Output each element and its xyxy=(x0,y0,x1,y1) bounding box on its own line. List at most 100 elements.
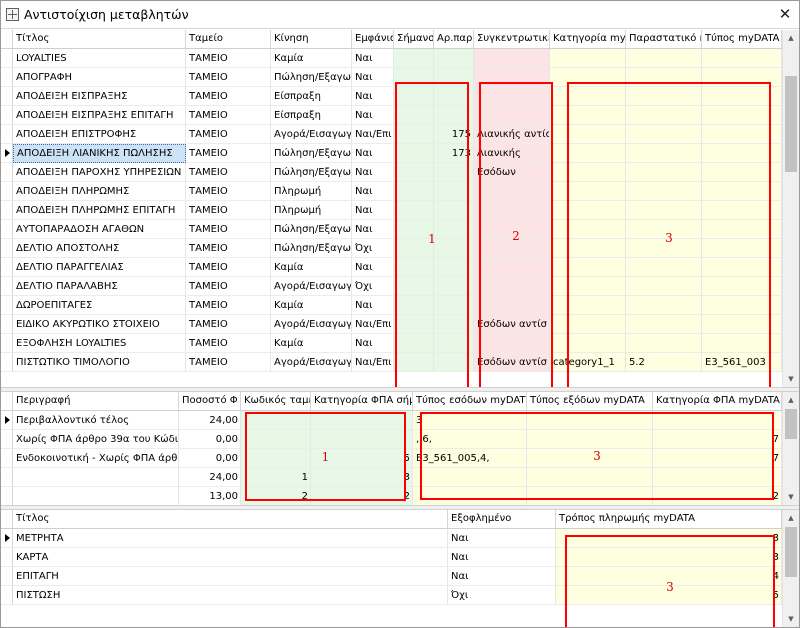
grid1-table-cell[interactable] xyxy=(394,125,434,144)
scroll-down-arrow-icon[interactable]: ▼ xyxy=(783,489,799,505)
row-indicator[interactable] xyxy=(1,220,13,239)
grid1-column-header[interactable]: Συγκεντρωτικέ xyxy=(474,30,550,48)
grid2-column-header[interactable]: Κωδικός ταμεί xyxy=(241,392,311,410)
grid1-table-cell[interactable]: ΑΠΟΔΕΙΞΗ ΠΛΗΡΩΜΗΣ xyxy=(13,182,186,201)
grid1-table-cell[interactable]: ΤΑΜΕΙΟ xyxy=(186,49,271,68)
grid2-table-cell[interactable]: 1 xyxy=(241,468,311,487)
grid1-table-cell[interactable]: E3_561_003 xyxy=(702,353,782,372)
grid2-table-row[interactable]: Ενδοκοινοτική - Χωρίς ΦΠΑ άρθρο 0,00 5 E3_5… xyxy=(1,449,782,468)
grid1-table-cell[interactable]: Είσπραξη xyxy=(271,106,352,125)
row-indicator[interactable] xyxy=(1,49,13,68)
grid1-table-cell[interactable]: ΑΠΟΔΕΙΞΗ ΠΛΗΡΩΜΗΣ ΕΠΙΤΑΓΗ xyxy=(13,201,186,220)
grid1-column-header[interactable]: Κίνηση xyxy=(271,30,352,48)
grid1-table-cell[interactable]: Πώληση/Εξαγωγ xyxy=(271,68,352,87)
grid1-table-cell[interactable] xyxy=(550,125,626,144)
grid2-table-cell[interactable] xyxy=(527,430,653,449)
grid1-table-cell[interactable]: Ναι xyxy=(352,220,394,239)
grid3-table-cell[interactable]: Ναι xyxy=(448,529,556,548)
grid2-table-cell[interactable] xyxy=(527,468,653,487)
grid2-table-cell[interactable]: 7 xyxy=(653,449,782,468)
grid1-table-cell[interactable]: Ναι xyxy=(352,163,394,182)
grid2-table-cell[interactable]: Ενδοκοινοτική - Χωρίς ΦΠΑ άρθρο xyxy=(13,449,179,468)
grid1-table-cell[interactable]: Ναι xyxy=(352,201,394,220)
grid1-table-cell[interactable]: ΕΙΔΙΚΟ ΑΚΥΡΩΤΙΚΟ ΣΤΟΙΧΕΙΟ xyxy=(13,315,186,334)
grid2-table-cell[interactable] xyxy=(241,411,311,430)
grid2-table-cell[interactable] xyxy=(653,411,782,430)
grid1-table-cell[interactable]: ΑΠΟΔΕΙΞΗ ΕΠΙΣΤΡΟΦΗΣ xyxy=(13,125,186,144)
grid1-table-cell[interactable] xyxy=(626,106,702,125)
grid1-table-cell[interactable]: Πληρωμή xyxy=(271,182,352,201)
grid1-table-cell[interactable] xyxy=(702,106,782,125)
grid1-table-cell[interactable] xyxy=(550,315,626,334)
scroll-thumb[interactable] xyxy=(785,76,797,172)
grid1-table-cell[interactable]: ΤΑΜΕΙΟ xyxy=(186,125,271,144)
grid2-table-cell[interactable]: 7 xyxy=(653,430,782,449)
grid1-column-header[interactable]: Εμφάνισ xyxy=(352,30,394,48)
grid1-table-cell[interactable] xyxy=(474,106,550,125)
grid1-table-cell[interactable] xyxy=(474,201,550,220)
grid3-table-cell[interactable]: ΜΕΤΡΗΤΑ xyxy=(13,529,448,548)
grid1-table-cell[interactable] xyxy=(474,277,550,296)
grid2-table-cell[interactable]: 24,00 xyxy=(179,411,241,430)
grid1-table-cell[interactable]: ΤΑΜΕΙΟ xyxy=(186,68,271,87)
grid1-table-cell[interactable] xyxy=(394,258,434,277)
grid1-table-cell[interactable] xyxy=(474,334,550,353)
grid2-table-cell[interactable]: E3_561_005,4, xyxy=(413,449,527,468)
grid1-table-cell[interactable] xyxy=(702,125,782,144)
grid1-table-cell[interactable] xyxy=(394,49,434,68)
grid1-table-cell[interactable] xyxy=(626,144,702,163)
grid1-table-cell[interactable] xyxy=(434,353,474,372)
grid1-table-cell[interactable] xyxy=(550,239,626,258)
grid1-table-cell[interactable] xyxy=(434,258,474,277)
grid2-table-cell[interactable] xyxy=(241,430,311,449)
row-indicator[interactable] xyxy=(1,548,13,567)
grid1-table-cell[interactable] xyxy=(550,106,626,125)
grid1-table-cell[interactable] xyxy=(626,277,702,296)
grid1-table-cell[interactable] xyxy=(702,201,782,220)
row-indicator[interactable] xyxy=(1,163,13,182)
grid1-table-row[interactable]: ΔΩΡΟΕΠΙΤΑΓΕΣ ΤΑΜΕΙΟ Καμία Ναι xyxy=(1,296,782,315)
row-indicator[interactable] xyxy=(1,353,13,372)
grid1-table-cell[interactable] xyxy=(434,106,474,125)
grid2-table-cell[interactable]: 24,00 xyxy=(179,468,241,487)
grid1-table-cell[interactable] xyxy=(702,144,782,163)
grid3-table-cell[interactable]: ΕΠΙΤΑΓΗ xyxy=(13,567,448,586)
grid1-table-cell[interactable] xyxy=(394,353,434,372)
row-indicator[interactable] xyxy=(1,334,13,353)
grid1-table-cell[interactable]: Πώληση/Εξαγωγ xyxy=(271,220,352,239)
row-indicator[interactable] xyxy=(1,68,13,87)
grid1-table-cell[interactable] xyxy=(434,277,474,296)
grid1-table-cell[interactable]: ΤΑΜΕΙΟ xyxy=(186,334,271,353)
row-indicator[interactable] xyxy=(1,586,13,605)
grid1-table-cell[interactable] xyxy=(474,87,550,106)
grid1-table-row[interactable]: ΑΠΟΔΕΙΞΗ ΠΛΗΡΩΜΗΣ ΕΠΙΤΑΓΗ ΤΑΜΕΙΟ Πληρωμή Να… xyxy=(1,201,782,220)
grid2-table-cell[interactable]: 13,00 xyxy=(179,487,241,505)
grid1-table-cell[interactable]: 5.2 xyxy=(626,353,702,372)
grid1-table-cell[interactable]: Αγορά/Εισαγωγ xyxy=(271,353,352,372)
grid1-table-row[interactable]: LOYALTIES ΤΑΜΕΙΟ Καμία Ναι xyxy=(1,49,782,68)
grid1-table-cell[interactable]: Πληρωμή xyxy=(271,201,352,220)
grid2-column-header[interactable]: Τύπος εξόδων myDATA xyxy=(527,392,653,410)
grid3-table-cell[interactable]: Ναι xyxy=(448,548,556,567)
grid3-table-cell[interactable]: Ναι xyxy=(448,567,556,586)
scroll-down-arrow-icon[interactable]: ▼ xyxy=(783,371,799,387)
grid3-table-cell[interactable]: 3 xyxy=(556,529,782,548)
grid1-table-cell[interactable] xyxy=(702,87,782,106)
grid1-table-cell[interactable] xyxy=(434,68,474,87)
grid1-table-cell[interactable] xyxy=(394,163,434,182)
grid1-table-cell[interactable] xyxy=(626,87,702,106)
grid1-table-cell[interactable]: ΑΠΟΔΕΙΞΗ ΠΑΡΟΧΗΣ ΥΠΗΡΕΣΙΩΝ xyxy=(13,163,186,182)
grid1-table-cell[interactable] xyxy=(702,220,782,239)
grid1-table-cell[interactable]: ΤΑΜΕΙΟ xyxy=(186,277,271,296)
grid2-column-header[interactable]: Κατηγορία ΦΠΑ σήμ xyxy=(311,392,413,410)
grid1-table-cell[interactable] xyxy=(550,182,626,201)
grid2-table-cell[interactable] xyxy=(241,449,311,468)
grid1-table-cell[interactable]: ΕΞΟΦΛΗΣΗ LOYALTIES xyxy=(13,334,186,353)
vat-categories-scrollbar[interactable]: ▲ ▼ xyxy=(782,392,799,505)
grid1-table-cell[interactable]: ΔΩΡΟΕΠΙΤΑΓΕΣ xyxy=(13,296,186,315)
grid1-table-cell[interactable]: Ναι/Επι xyxy=(352,353,394,372)
grid1-table-cell[interactable]: Καμία xyxy=(271,334,352,353)
grid2-table-row[interactable]: Χωρίς ΦΠΑ άρθρο 39α του Κώδικα 0,00 , 6, 7 xyxy=(1,430,782,449)
scroll-up-arrow-icon[interactable]: ▲ xyxy=(783,510,799,526)
grid2-table-cell[interactable]: 5 xyxy=(311,449,413,468)
